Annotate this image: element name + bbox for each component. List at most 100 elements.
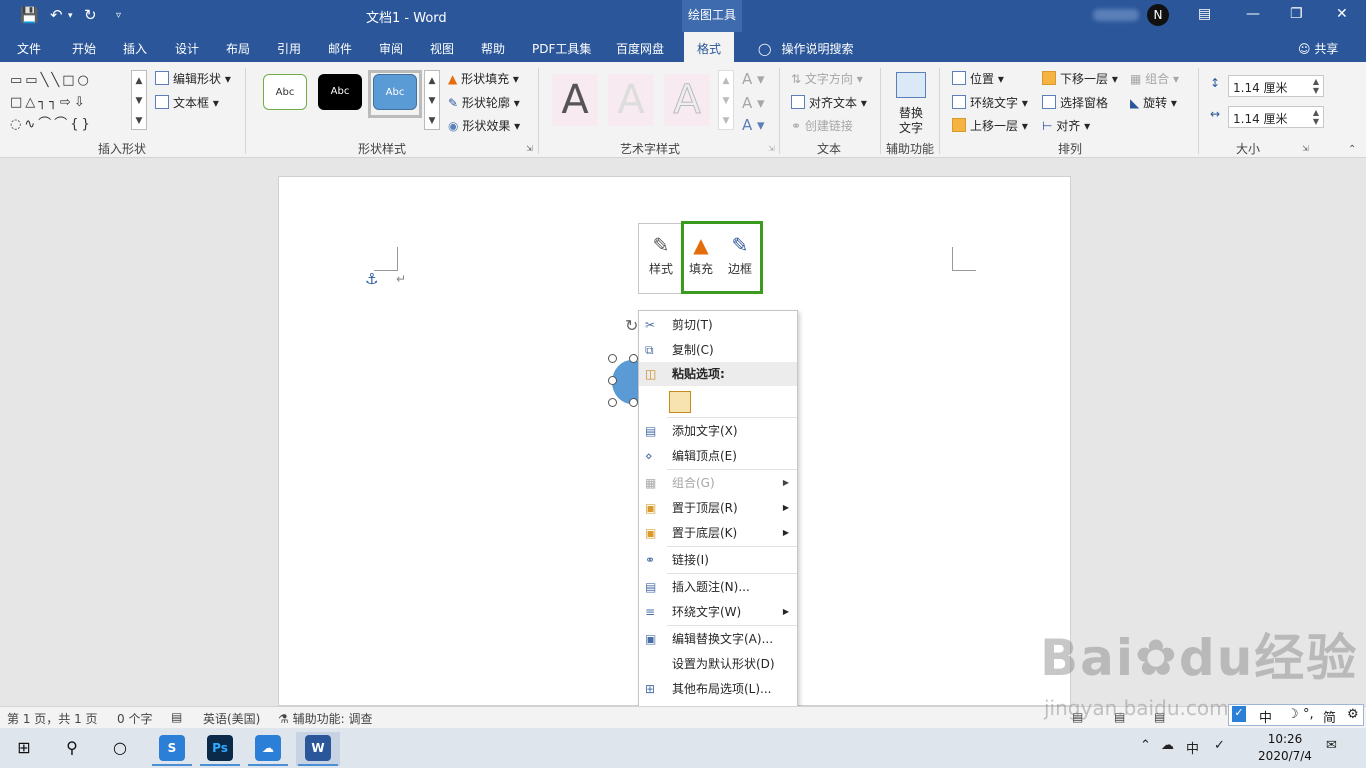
tab-references[interactable]: 引用 bbox=[277, 40, 301, 57]
close-icon[interactable]: ✕ bbox=[1336, 6, 1348, 22]
undo-dropdown-icon[interactable]: ▾ bbox=[68, 11, 73, 21]
collapse-ribbon-icon[interactable]: ⌃ bbox=[1348, 144, 1356, 155]
resize-handle[interactable] bbox=[629, 398, 638, 407]
menu-edit-alt-text[interactable]: ▣ 编辑替换文字(A)... bbox=[639, 627, 797, 651]
alt-text-button-line2[interactable]: 文字 bbox=[899, 119, 923, 136]
menu-copy[interactable]: ⧉ 复制(C) bbox=[639, 338, 797, 362]
menu-bring-to-front[interactable]: ▣ 置于顶层(R) ▶ bbox=[639, 496, 797, 520]
shapes-scroll[interactable]: ▲ ▼ ▼ bbox=[131, 70, 147, 130]
tab-review[interactable]: 审阅 bbox=[379, 40, 403, 57]
menu-link[interactable]: ⚭ 链接(I) bbox=[639, 548, 797, 572]
windows-start-icon[interactable]: ⊞ bbox=[10, 734, 38, 762]
ribbon-display-icon[interactable]: ▤ bbox=[1198, 6, 1211, 22]
resize-handle[interactable] bbox=[608, 376, 617, 385]
shape-style-3[interactable]: Abc bbox=[373, 74, 417, 110]
dialog-launcher-icon[interactable]: ⇲ bbox=[768, 144, 775, 153]
shape-style-1[interactable]: Abc bbox=[263, 74, 307, 110]
ime-moon-icon[interactable]: ☽ bbox=[1287, 707, 1299, 722]
tab-design[interactable]: 设计 bbox=[175, 40, 199, 57]
ime-script[interactable]: 简 bbox=[1323, 707, 1336, 726]
taskbar-app-baidu-netdisk[interactable]: ☁ bbox=[246, 732, 290, 766]
undo-icon[interactable]: ↶ bbox=[50, 6, 63, 24]
tab-insert[interactable]: 插入 bbox=[123, 40, 147, 57]
wordart-style-3[interactable]: A bbox=[664, 74, 710, 126]
avatar[interactable]: N bbox=[1147, 4, 1169, 26]
page-count[interactable]: 第 1 页，共 1 页 bbox=[7, 710, 98, 727]
language-indicator[interactable]: 英语(美国) bbox=[203, 710, 260, 727]
menu-cut[interactable]: ✂ 剪切(T) bbox=[639, 313, 797, 337]
create-link-button[interactable]: ⚭ 创建链接 bbox=[791, 117, 853, 134]
align-text-button[interactable]: 对齐文本 ▾ bbox=[791, 94, 867, 111]
taskbar-app-word[interactable]: W bbox=[296, 732, 340, 766]
dialog-launcher-icon[interactable]: ⇲ bbox=[1302, 144, 1309, 153]
menu-insert-caption[interactable]: ▤ 插入题注(N)... bbox=[639, 575, 797, 599]
shapes-gallery[interactable]: ▭▭╲╲□○ □△┐┐⇨⇩ ◌∿⌒⌒{} bbox=[10, 70, 128, 132]
group-button[interactable]: ▦ 组合 ▾ bbox=[1130, 70, 1179, 87]
align-button[interactable]: ⊢ 对齐 ▾ bbox=[1042, 117, 1090, 134]
rotate-button[interactable]: ◣ 旋转 ▾ bbox=[1130, 94, 1177, 111]
position-button[interactable]: 位置 ▾ bbox=[952, 70, 1004, 87]
width-spinner[interactable]: ▲ ▼ bbox=[1313, 108, 1319, 126]
resize-handle[interactable] bbox=[608, 398, 617, 407]
restore-icon[interactable]: ❐ bbox=[1290, 6, 1303, 22]
user-name[interactable] bbox=[1093, 9, 1139, 21]
wordart-scroll[interactable]: ▲ ▼ ▼ bbox=[718, 70, 734, 130]
menu-edit-points[interactable]: ⋄ 编辑顶点(E) bbox=[639, 444, 797, 468]
text-outline-icon[interactable]: A ▾ bbox=[742, 94, 765, 112]
tab-mailings[interactable]: 邮件 bbox=[328, 40, 352, 57]
text-direction-button[interactable]: ⇅ 文字方向 ▾ bbox=[791, 70, 863, 87]
taskbar-app-sogou[interactable]: S bbox=[150, 732, 194, 766]
text-box-button[interactable]: 文本框 ▾ bbox=[155, 94, 219, 111]
onedrive-cloud-icon[interactable]: ☁ bbox=[1161, 738, 1174, 753]
text-effects-icon[interactable]: A ▾ bbox=[742, 116, 765, 134]
task-view-icon[interactable]: ○ bbox=[106, 734, 134, 762]
ime-settings-icon[interactable]: ⚙ bbox=[1347, 707, 1359, 722]
system-clock[interactable]: 10:26 2020/7/4 bbox=[1258, 731, 1312, 765]
proofing-icon[interactable]: ▤ bbox=[171, 710, 182, 724]
tab-view[interactable]: 视图 bbox=[430, 40, 454, 57]
resize-handle[interactable] bbox=[629, 354, 638, 363]
tray-language[interactable]: 中 bbox=[1186, 738, 1199, 757]
anchor-icon[interactable]: ⚓ bbox=[365, 270, 378, 288]
resize-handle[interactable] bbox=[608, 354, 617, 363]
notifications-icon[interactable]: ✉ bbox=[1326, 738, 1337, 753]
shape-style-2[interactable]: Abc bbox=[318, 74, 362, 110]
tab-format[interactable]: 格式 bbox=[684, 32, 735, 62]
shape-effects-button[interactable]: ◉ 形状效果 ▾ bbox=[448, 117, 520, 134]
menu-send-to-back[interactable]: ▣ 置于底层(K) ▶ bbox=[639, 521, 797, 545]
shape-width-input[interactable]: 1.14 厘米 ▲ ▼ bbox=[1228, 106, 1324, 128]
shape-height-input[interactable]: 1.14 厘米 ▲ ▼ bbox=[1228, 75, 1324, 97]
mini-style-button[interactable]: ✎ 样式 bbox=[644, 230, 678, 288]
accessibility-checker[interactable]: ⚗ 辅助功能: 调查 bbox=[278, 710, 372, 727]
ime-mode[interactable]: 中 bbox=[1259, 707, 1272, 726]
shape-outline-button[interactable]: ✎ 形状轮廓 ▾ bbox=[448, 94, 520, 111]
menu-more-layout-options[interactable]: ⊞ 其他布局选项(L)... bbox=[639, 677, 797, 701]
height-spinner[interactable]: ▲ ▼ bbox=[1313, 77, 1319, 95]
customize-quick-access-icon[interactable]: ▿ bbox=[116, 10, 121, 21]
share-button[interactable]: ☺ 共享 bbox=[1298, 40, 1338, 57]
edit-shape-button[interactable]: 编辑形状 ▾ bbox=[155, 70, 231, 87]
tell-me-search[interactable]: ◯ 操作说明搜索 bbox=[758, 40, 853, 57]
tab-help[interactable]: 帮助 bbox=[481, 40, 505, 57]
tray-chevron-up-icon[interactable]: ⌃ bbox=[1140, 738, 1151, 753]
ime-punctuation[interactable]: °, bbox=[1303, 707, 1314, 722]
menu-group[interactable]: ▦ 组合(G) ▶ bbox=[639, 471, 797, 495]
minimize-icon[interactable]: — bbox=[1246, 6, 1260, 22]
tab-baidu-netdisk[interactable]: 百度网盘 bbox=[616, 40, 664, 57]
word-count[interactable]: 0 个字 bbox=[117, 710, 152, 727]
wrap-text-button[interactable]: 环绕文字 ▾ bbox=[952, 94, 1028, 111]
bring-forward-button[interactable]: 上移一层 ▾ bbox=[952, 117, 1028, 134]
pen-tray-icon[interactable]: ✓ bbox=[1214, 738, 1225, 753]
tab-layout[interactable]: 布局 bbox=[226, 40, 250, 57]
rotation-handle-icon[interactable]: ↻ bbox=[625, 316, 638, 335]
save-icon[interactable]: 💾 bbox=[20, 6, 39, 24]
send-backward-button[interactable]: 下移一层 ▾ bbox=[1042, 70, 1118, 87]
shape-fill-button[interactable]: ▲ 形状填充 ▾ bbox=[448, 70, 519, 87]
tab-file[interactable]: 文件 bbox=[17, 40, 41, 57]
tab-home[interactable]: 开始 bbox=[72, 40, 96, 57]
redo-icon[interactable]: ↻ bbox=[84, 6, 97, 24]
text-fill-icon[interactable]: A ▾ bbox=[742, 70, 765, 88]
menu-set-default-shape[interactable]: 设置为默认形状(D) bbox=[639, 652, 797, 676]
menu-add-text[interactable]: ▤ 添加文字(X) bbox=[639, 419, 797, 443]
shape-styles-scroll[interactable]: ▲ ▼ ▼ bbox=[424, 70, 440, 130]
